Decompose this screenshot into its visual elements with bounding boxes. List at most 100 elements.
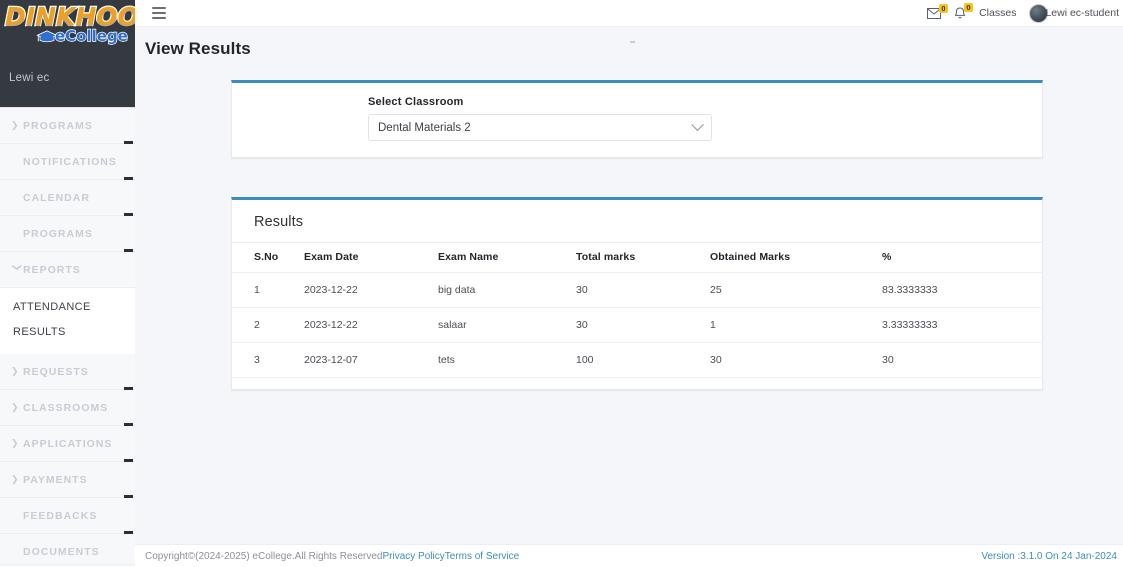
messages-button[interactable]: 0 xyxy=(927,3,949,19)
sidebar-item-reports[interactable]: ❯ REPORTS ATTENDANCE RESULTS xyxy=(0,252,135,354)
cell-total-marks: 30 xyxy=(576,307,710,343)
table-row[interactable]: 3 2023-12-07 tets 100 30 30 xyxy=(232,342,1042,378)
footer-copyright: Copyright©(2024-2025) eCollege.All Right… xyxy=(145,550,383,562)
sidebar-item-payments[interactable]: ❯ PAYMENTS xyxy=(0,462,135,500)
cell-sno: 2 xyxy=(232,307,304,343)
cell-exam-name: tets xyxy=(438,342,576,378)
chevron-right-icon: ❯ xyxy=(11,366,20,376)
chevron-right-icon: ❯ xyxy=(11,474,20,484)
sidebar-item-requests[interactable]: ❯ REQUESTS xyxy=(0,354,135,392)
sidebar-item-label: PROGRAMS xyxy=(23,227,93,240)
hamburger-icon[interactable] xyxy=(152,7,166,19)
sidebar-nav: ❯ PROGRAMS NOTIFICATIONS CALENDAR PROGRA… xyxy=(0,107,135,567)
cell-exam-date: 2023-12-07 xyxy=(304,342,438,378)
table-row[interactable]: 1 2023-12-22 big data 30 25 83.3333333 xyxy=(232,272,1042,308)
classes-link[interactable]: Classes xyxy=(979,7,1016,19)
results-card: Results S.No Exam Date Exam Name Total m… xyxy=(231,197,1043,390)
sidebar-item-requests-row[interactable]: ❯ REQUESTS xyxy=(0,354,135,392)
sidebar-item-programs-2[interactable]: PROGRAMS xyxy=(0,216,135,254)
sidebar-item-label: CALENDAR xyxy=(23,191,90,204)
user-menu[interactable]: Lewi ec-student xyxy=(1029,3,1119,23)
chevron-down-icon: ❯ xyxy=(12,263,23,273)
results-card-title: Results xyxy=(254,214,304,230)
cell-sno: 3 xyxy=(232,342,304,378)
sidebar: DINKHOO! eCollege Lewi ec ❯ PROGRAMS N xyxy=(0,0,135,567)
sidebar-item-notifications-row[interactable]: NOTIFICATIONS xyxy=(0,144,135,182)
cell-percent: 3.33333333 xyxy=(882,307,1042,343)
sidebar-item-applications[interactable]: ❯ APPLICATIONS xyxy=(0,426,135,464)
sidebar-item-feedbacks[interactable]: FEEDBACKS xyxy=(0,498,135,536)
privacy-policy-link[interactable]: Privacy Policy xyxy=(383,551,445,562)
classroom-select[interactable]: Dental Materials 2 xyxy=(368,114,712,141)
table-row[interactable]: 2 2023-12-22 salaar 30 1 3.33333333 xyxy=(232,307,1042,343)
cell-exam-name: salaar xyxy=(438,307,576,343)
column-header-sno[interactable]: S.No xyxy=(232,242,304,273)
sidebar-item-programs-row[interactable]: ❯ PROGRAMS xyxy=(0,108,135,146)
sidebar-item-label: NOTIFICATIONS xyxy=(23,155,117,168)
cell-total-marks: 30 xyxy=(576,272,710,308)
sidebar-item-label: FEEDBACKS xyxy=(23,509,98,522)
chevron-right-icon: ❯ xyxy=(11,120,20,130)
results-table: S.No Exam Date Exam Name Total marks Obt… xyxy=(232,242,1042,378)
sidebar-item-classrooms-row[interactable]: ❯ CLASSROOMS xyxy=(0,390,135,428)
sidebar-item-applications-row[interactable]: ❯ APPLICATIONS xyxy=(0,426,135,464)
table-header-row: S.No Exam Date Exam Name Total marks Obt… xyxy=(232,242,1042,273)
sidebar-item-documents[interactable]: DOCUMENTS xyxy=(0,534,135,567)
classroom-select-value: Dental Materials 2 xyxy=(378,121,471,134)
render-artifact xyxy=(630,41,635,43)
app-root: DINKHOO! eCollege Lewi ec ❯ PROGRAMS N xyxy=(0,0,1123,567)
cell-obtained-marks: 25 xyxy=(710,272,882,308)
select-classroom-label: Select Classroom xyxy=(368,96,464,108)
sidebar-item-reports-row[interactable]: ❯ REPORTS xyxy=(0,252,135,288)
sidebar-item-label: APPLICATIONS xyxy=(23,437,113,450)
cell-percent: 30 xyxy=(882,342,1042,378)
terms-of-service-link[interactable]: Terms of Service xyxy=(445,551,519,562)
sidebar-item-label: PROGRAMS xyxy=(23,119,93,132)
main-content: View Results Select Classroom Dental Mat… xyxy=(135,27,1123,544)
sidebar-item-label: REPORTS xyxy=(23,263,81,276)
column-header-exam-date[interactable]: Exam Date xyxy=(304,242,438,273)
topbar: 0 0 Classes Lewi ec-student xyxy=(135,0,1123,27)
sidebar-user-name: Lewi ec xyxy=(9,72,50,84)
sidebar-item-classrooms[interactable]: ❯ CLASSROOMS xyxy=(0,390,135,428)
column-header-total-marks[interactable]: Total marks xyxy=(576,242,710,273)
sidebar-subitem-results[interactable]: RESULTS xyxy=(0,319,135,344)
notifications-button[interactable]: 0 xyxy=(954,2,974,20)
sidebar-item-label: DOCUMENTS xyxy=(23,545,100,558)
brand-logo[interactable]: DINKHOO! eCollege xyxy=(0,0,135,63)
sidebar-item-notifications[interactable]: NOTIFICATIONS xyxy=(0,144,135,182)
cell-obtained-marks: 30 xyxy=(710,342,882,378)
cell-percent: 83.3333333 xyxy=(882,272,1042,308)
column-header-obtained-marks[interactable]: Obtained Marks xyxy=(710,242,882,273)
column-header-percent[interactable]: % xyxy=(882,242,1042,273)
sidebar-item-label: PAYMENTS xyxy=(23,473,88,486)
select-classroom-wrap: Select Classroom Dental Materials 2 xyxy=(232,83,1042,141)
sidebar-item-programs[interactable]: ❯ PROGRAMS xyxy=(0,108,135,146)
column-header-exam-name[interactable]: Exam Name xyxy=(438,242,576,273)
cell-exam-name: big data xyxy=(438,272,576,308)
sidebar-submenu-reports: ATTENDANCE RESULTS xyxy=(0,288,135,354)
sidebar-item-documents-row[interactable]: DOCUMENTS xyxy=(0,534,135,567)
select-classroom-card: Select Classroom Dental Materials 2 xyxy=(231,80,1043,158)
cell-sno: 1 xyxy=(232,272,304,308)
sidebar-item-label: CLASSROOMS xyxy=(23,401,109,414)
footer: Copyright©(2024-2025) eCollege.All Right… xyxy=(135,544,1123,567)
chevron-right-icon: ❯ xyxy=(11,402,20,412)
sidebar-subitem-attendance[interactable]: ATTENDANCE xyxy=(0,294,135,319)
sidebar-item-feedbacks-row[interactable]: FEEDBACKS xyxy=(0,498,135,536)
sidebar-item-calendar[interactable]: CALENDAR xyxy=(0,180,135,218)
sidebar-item-label: REQUESTS xyxy=(23,365,89,378)
results-table-body: 1 2023-12-22 big data 30 25 83.3333333 2… xyxy=(232,272,1042,378)
sidebar-item-calendar-row[interactable]: CALENDAR xyxy=(0,180,135,218)
cell-total-marks: 100 xyxy=(576,342,710,378)
footer-version[interactable]: Version :3.1.0 On 24 Jan-2024 xyxy=(981,551,1117,562)
chevron-down-icon xyxy=(691,118,704,132)
sidebar-item-payments-row[interactable]: ❯ PAYMENTS xyxy=(0,462,135,500)
messages-badge: 0 xyxy=(938,3,949,13)
cell-obtained-marks: 1 xyxy=(710,307,882,343)
brand-logo-sub: eCollege xyxy=(54,26,128,45)
user-menu-label: Lewi ec-student xyxy=(1045,7,1119,19)
sidebar-item-programs-2-row[interactable]: PROGRAMS xyxy=(0,216,135,254)
notifications-badge: 0 xyxy=(963,2,974,12)
cell-exam-date: 2023-12-22 xyxy=(304,307,438,343)
